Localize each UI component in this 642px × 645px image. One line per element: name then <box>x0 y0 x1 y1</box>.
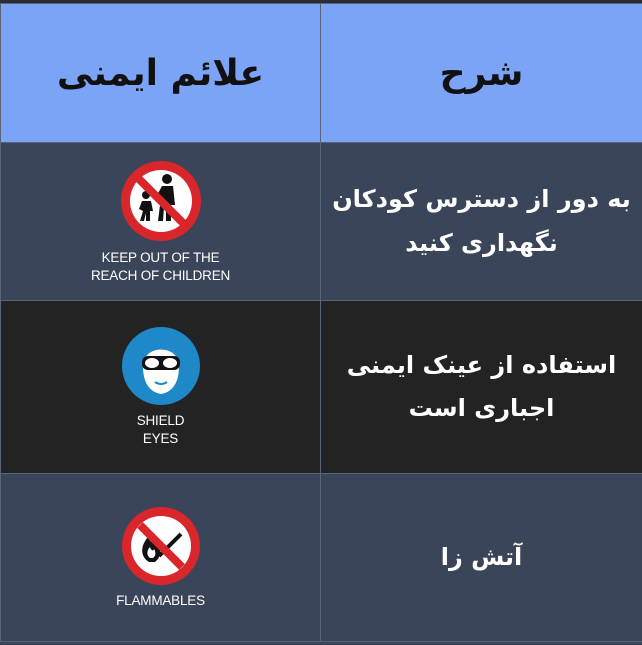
sign-caption: FLAMMABLES <box>116 592 205 608</box>
table-row: SHIELD EYES استفاده از عینک ایمنی اجباری… <box>0 300 642 474</box>
goggles-icon <box>121 327 200 405</box>
header-description: شرح <box>320 3 642 143</box>
sign-caption: SHIELD EYES <box>136 413 185 446</box>
sign-cell: KEEP OUT OF THE REACH OF CHILDREN <box>0 142 321 301</box>
description-cell: استفاده از عینک ایمنی اجباری است <box>320 300 642 474</box>
table-row: KEEP OUT OF THE REACH OF CHILDREN به دور… <box>0 142 642 301</box>
description-cell: به دور از دسترس کودکان نگهداری کنید <box>320 142 642 301</box>
sign-cell: FLAMMABLES <box>0 473 321 642</box>
no-flame-icon <box>121 506 200 585</box>
no-children-icon <box>120 160 201 241</box>
table-row: FLAMMABLES آتش زا <box>0 473 642 642</box>
header-row: علائم ایمنی شرح <box>0 3 642 143</box>
header-signs: علائم ایمنی <box>0 3 321 143</box>
description-cell: آتش زا <box>320 473 642 642</box>
safety-signs-table: علائم ایمنی شرح KEEP OUT OF THE REACH OF… <box>0 3 642 642</box>
sign-caption: KEEP OUT OF THE REACH OF CHILDREN <box>90 249 231 283</box>
sign-cell: SHIELD EYES <box>0 300 321 474</box>
